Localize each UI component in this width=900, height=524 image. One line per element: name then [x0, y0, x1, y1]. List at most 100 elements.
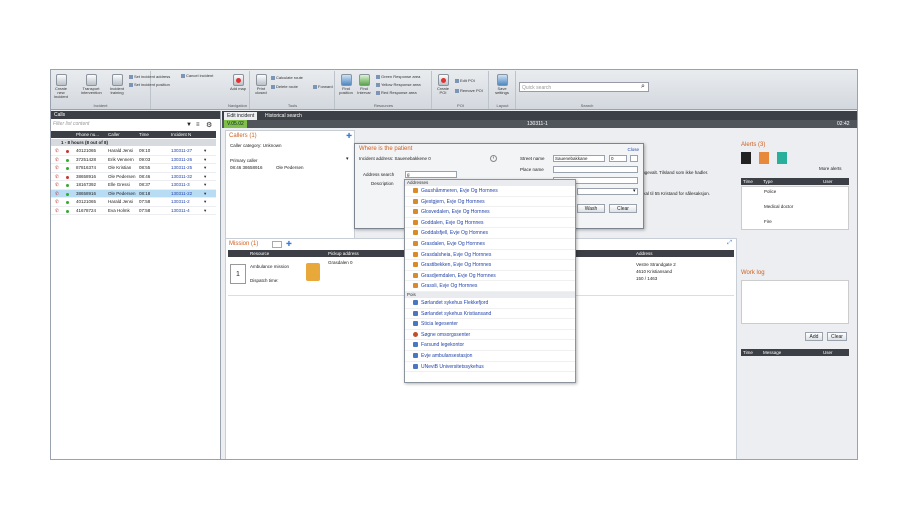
dialog-select[interactable]: [577, 188, 638, 195]
pickup-address: Grasdalen 0: [328, 260, 353, 265]
call-row[interactable]: ✆ 18167392 Elle Gressi 08:37 130311-3 ▾: [51, 181, 216, 190]
transport-intervention-button[interactable]: Transport intervention: [81, 74, 102, 95]
create-incident-button[interactable]: Create new incident: [53, 74, 69, 99]
green-response-area-button[interactable]: Green Response area: [376, 74, 420, 79]
search-icon[interactable]: ⌕: [641, 83, 645, 91]
chevron-down-icon[interactable]: ▾: [204, 181, 206, 190]
create-poi-button[interactable]: Create POI: [435, 74, 451, 95]
add-map-button[interactable]: Add map: [230, 74, 246, 91]
street-name-input[interactable]: Sauenebakkane: [553, 155, 605, 162]
add-caller-icon[interactable]: ✚: [346, 132, 352, 140]
dialog-close-link[interactable]: Close: [627, 147, 639, 152]
yellow-response-area-button[interactable]: Yellow Response area: [376, 82, 421, 87]
address-option[interactable]: Grasdjemdalen, Evje Og Hornnes: [405, 271, 575, 282]
poi-option[interactable]: Søgne omsorgssenter: [405, 330, 575, 341]
ribbon-group-navigation: Add map Navigation: [226, 71, 250, 109]
chevron-down-icon[interactable]: ▾: [204, 207, 206, 216]
save-settings-button[interactable]: Save settings: [494, 74, 510, 95]
call-row[interactable]: ✆ 37251428 Erik Vennern 09:03 130311-26 ▾: [51, 156, 216, 165]
address-option[interactable]: Grastibekken, Evje Og Hornnes: [405, 260, 575, 271]
incident-training-button[interactable]: Incident training: [109, 74, 125, 95]
tab-edit-incident[interactable]: Edit incident: [224, 112, 258, 120]
mission-count-input[interactable]: [272, 241, 282, 248]
column-header[interactable]: Time: [139, 131, 149, 138]
alert-row[interactable]: Police: [764, 189, 776, 194]
police-icon[interactable]: [741, 152, 751, 164]
quick-search-input[interactable]: Quick search: [519, 82, 649, 92]
filter-icon[interactable]: ▼: [186, 122, 192, 128]
poi-option[interactable]: Evje ambulansestasjon: [405, 351, 575, 362]
call-row-selected[interactable]: ✆ 38658916 Ole Pedersen 08:18 130311-22 ▾: [51, 189, 216, 199]
poi-option[interactable]: Sørlandet sykehus Kristiansand: [405, 309, 575, 320]
chevron-down-icon[interactable]: ▾: [204, 173, 206, 182]
add-mission-icon[interactable]: ✚: [286, 240, 292, 248]
red-response-area-button[interactable]: Red Response area: [376, 90, 417, 95]
forward-button[interactable]: Forward: [313, 84, 333, 89]
place-name-label: Place name: [520, 167, 544, 172]
poi-option[interactable]: Sticia legesenter: [405, 319, 575, 330]
alert-row[interactable]: Fire: [764, 219, 772, 224]
call-row[interactable]: ✆ 38658916 Ole Pedersen 08:46 130311-32 ▾: [51, 173, 216, 182]
street-letter-input[interactable]: [630, 155, 638, 162]
chevron-down-icon[interactable]: ▾: [204, 190, 206, 199]
address-search-label: Address search: [363, 172, 395, 177]
call-row[interactable]: ✆ 87816374 Ole Kristian 08:55 130311-25 ▾: [51, 164, 216, 173]
call-row[interactable]: ✆ 40121065 Harald Jensi 07:58 130311-2 ▾: [51, 198, 216, 207]
chevron-down-icon[interactable]: ▾: [204, 164, 206, 173]
remove-poi-button[interactable]: Remove POI: [455, 88, 483, 93]
cancel-incident-button[interactable]: Cancel incident: [181, 73, 213, 78]
address-option[interactable]: Gaushåmmeren, Evje Og Hornnes: [405, 186, 575, 197]
poi-option[interactable]: UNeviB Universitetssykehus: [405, 362, 575, 373]
filter-input[interactable]: Filter list content: [53, 121, 193, 130]
address-option[interactable]: Glosvedalen, Evje Og Hornnes: [405, 207, 575, 218]
chevron-down-icon[interactable]: ▾: [346, 156, 349, 162]
address-option[interactable]: Grasdalen, Evje Og Hornnes: [405, 239, 575, 250]
print-closed-button[interactable]: Print closed: [253, 74, 269, 95]
worklog-clear-button[interactable]: Clear: [827, 332, 847, 341]
address-option[interactable]: Goddalen, Evje Og Hornnes: [405, 218, 575, 229]
clear-button[interactable]: Clear: [609, 204, 637, 213]
chevron-down-icon[interactable]: ▾: [633, 188, 636, 194]
address-option[interactable]: Grasdalsheia, Evje Og Hornnes: [405, 250, 575, 261]
chevron-down-icon[interactable]: ▾: [204, 147, 206, 156]
address-option[interactable]: Gjestgjern, Evje Og Hornnes: [405, 197, 575, 208]
street-number-input[interactable]: 0: [609, 155, 627, 162]
worklog-input[interactable]: [741, 280, 849, 324]
chevron-down-icon[interactable]: ▾: [204, 156, 206, 165]
incident-time: 02:42: [837, 121, 850, 127]
column-header[interactable]: Incident N: [171, 131, 191, 138]
set-incident-position-button[interactable]: Set incident position: [129, 82, 170, 87]
address-option[interactable]: Goddalsfjell, Evje Og Hornnes: [405, 228, 575, 239]
calculate-route-button[interactable]: Calculate route: [271, 75, 303, 80]
place-name-input[interactable]: [553, 166, 638, 173]
find-interval-button[interactable]: Find Intervar: [356, 74, 372, 95]
find-position-button[interactable]: Find position: [338, 74, 354, 95]
alert-row[interactable]: Medical doctor: [764, 204, 793, 209]
gear-icon[interactable]: ⚙: [206, 121, 212, 129]
call-row[interactable]: ✆ 41678724 Eva Holmk 07:58 130311-4 ▾: [51, 207, 216, 216]
caller-time: 08:46 38658916: [230, 165, 263, 170]
call-row[interactable]: ✆ 40121065 Harald Jensi 09:10 130311-27 ▾: [51, 147, 216, 156]
poi-option[interactable]: Farsund legekontor: [405, 340, 575, 351]
more-alerts-link[interactable]: More alerts: [819, 166, 842, 171]
column-header[interactable]: Caller: [108, 131, 120, 138]
address-option[interactable]: Grassli, Evje Og Hornnes: [405, 281, 575, 292]
worklog-add-button[interactable]: Add: [805, 332, 823, 341]
set-incident-address-button[interactable]: Set incident address: [129, 74, 170, 79]
chevron-down-icon[interactable]: ▾: [204, 198, 206, 207]
delete-route-button[interactable]: Delete route: [271, 84, 298, 89]
column-header[interactable]: Phone nu...: [76, 131, 99, 138]
fire-icon[interactable]: [759, 152, 769, 164]
street-name-label: Street name: [520, 156, 545, 161]
list-icon[interactable]: ≡: [196, 122, 200, 128]
wash-button[interactable]: Wash: [577, 204, 605, 213]
poi-option[interactable]: Sørlandet sykehus Flekkefjord: [405, 298, 575, 309]
edit-poi-button[interactable]: Edit POI: [455, 78, 475, 83]
calls-group-header[interactable]: 1 - 8 hours (8 out of 8): [51, 139, 216, 146]
map-icon: [232, 74, 244, 86]
back-arrow-icon[interactable]: ‹: [490, 155, 497, 162]
address-search-input[interactable]: g: [405, 171, 457, 178]
tab-historical-search[interactable]: Historical search: [262, 112, 305, 120]
expand-icon[interactable]: ⤢: [727, 240, 732, 247]
medical-icon[interactable]: [777, 152, 787, 164]
